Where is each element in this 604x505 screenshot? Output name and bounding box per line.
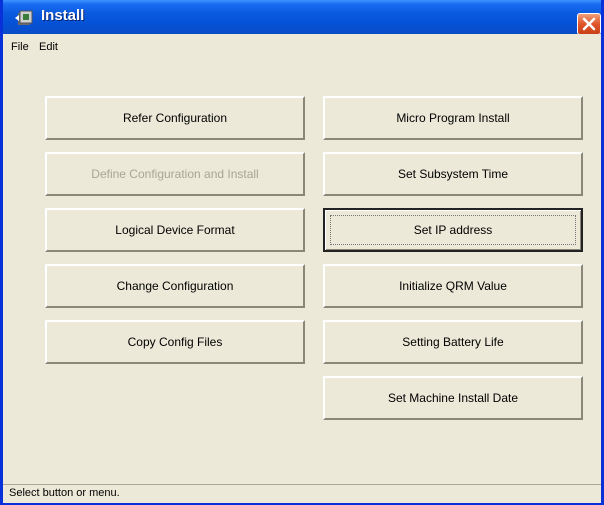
define-configuration-install-button[interactable]: Define Configuration and Install	[45, 152, 305, 196]
close-icon	[582, 17, 596, 31]
copy-config-files-button[interactable]: Copy Config Files	[45, 320, 305, 364]
micro-program-install-button[interactable]: Micro Program Install	[323, 96, 583, 140]
setting-battery-life-button[interactable]: Setting Battery Life	[323, 320, 583, 364]
close-button[interactable]	[577, 13, 601, 35]
initialize-qrm-value-button[interactable]: Initialize QRM Value	[323, 264, 583, 308]
status-bar: Select button or menu.	[3, 484, 601, 503]
install-app-icon	[15, 8, 35, 28]
title-bar[interactable]: Install	[3, 0, 601, 35]
status-text: Select button or menu.	[9, 487, 120, 499]
menu-bar: File Edit	[3, 34, 601, 71]
menu-edit[interactable]: Edit	[39, 41, 58, 53]
change-configuration-button[interactable]: Change Configuration	[45, 264, 305, 308]
logical-device-format-button[interactable]: Logical Device Format	[45, 208, 305, 252]
refer-configuration-button[interactable]: Refer Configuration	[45, 96, 305, 140]
install-window: Install File Edit Refer Configuration Mi…	[0, 0, 604, 505]
set-machine-install-date-button[interactable]: Set Machine Install Date	[323, 376, 583, 420]
menu-file[interactable]: File	[11, 41, 29, 53]
window-title: Install	[41, 7, 85, 24]
button-panel: Refer Configuration Micro Program Instal…	[3, 70, 601, 484]
set-ip-address-button[interactable]: Set IP address	[323, 208, 583, 252]
set-subsystem-time-button[interactable]: Set Subsystem Time	[323, 152, 583, 196]
